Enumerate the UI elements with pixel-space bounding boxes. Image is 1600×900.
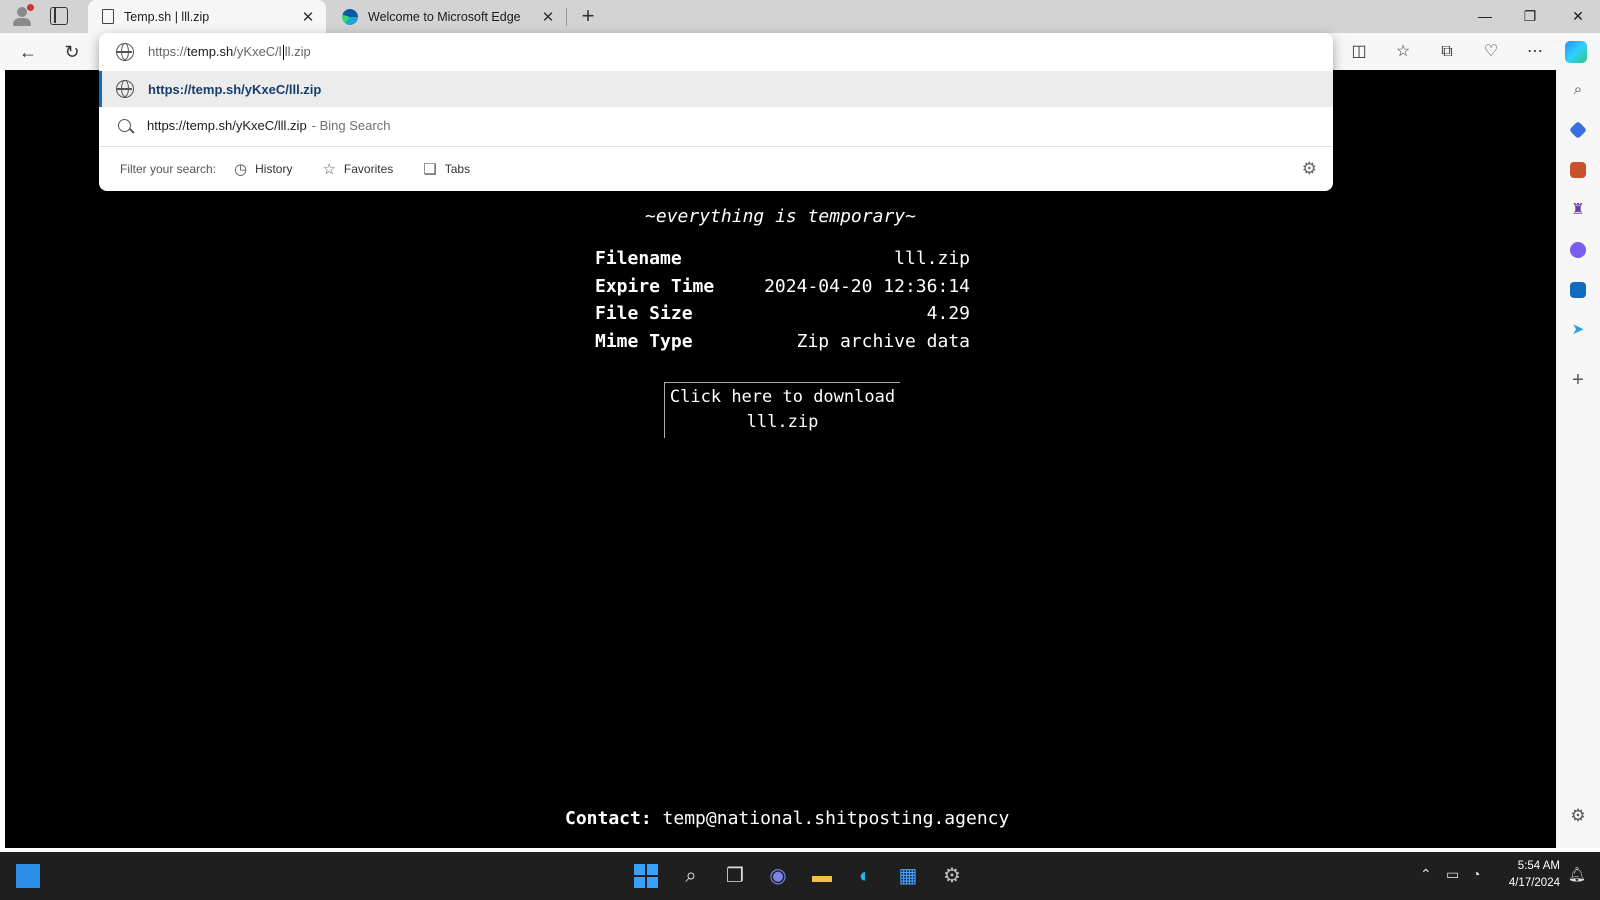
search-icon[interactable]: ⌕	[1568, 80, 1588, 100]
start-windows-icon[interactable]	[634, 864, 662, 892]
address-input[interactable]: https://temp.sh/yKxeC/l ll.zip	[99, 33, 1333, 71]
file-info-value: lll.zip	[894, 248, 970, 270]
file-explorer-icon[interactable]: ▬	[807, 861, 837, 891]
filter-favorites[interactable]: ☆ Favorites	[322, 160, 393, 178]
games-icon[interactable]: ♜	[1568, 200, 1588, 220]
contact-email: temp@national.shitposting.agency	[662, 808, 1010, 829]
contact-label: Contact:	[565, 808, 652, 829]
file-info-key: Expire Time	[595, 275, 715, 297]
tab-strip: Temp.sh | lll.zip ✕ Welcome to Microsoft…	[0, 0, 1600, 33]
notification-bell-icon[interactable]: 🔔︎	[1568, 866, 1586, 883]
tab-close-icon[interactable]: ✕	[536, 5, 560, 29]
page-tagline: ~everything is temporary~	[645, 206, 916, 227]
taskbar-search-icon[interactable]: ⌕	[676, 861, 706, 891]
favorites-star-icon[interactable]: ☆	[1390, 39, 1416, 65]
page-icon	[102, 9, 114, 24]
send-icon[interactable]: ➤	[1568, 320, 1588, 340]
sidebar-settings-icon[interactable]: ⚙	[1568, 806, 1588, 826]
download-filename: lll.zip	[746, 412, 819, 432]
window-close-button[interactable]: ✕	[1563, 4, 1593, 28]
tab-temp-sh[interactable]: Temp.sh | lll.zip ✕	[88, 0, 326, 33]
file-info-row: Mime Type Zip archive data	[595, 328, 970, 356]
display-icon[interactable]: ▭	[1446, 866, 1459, 883]
tab-welcome-edge[interactable]: Welcome to Microsoft Edge ✕	[330, 0, 566, 33]
file-info-key: Filename	[595, 248, 682, 270]
file-info-table: Filename lll.zip Expire Time 2024-04-20 …	[595, 245, 970, 355]
system-clock[interactable]: 5:54 AM 4/17/2024	[1509, 858, 1560, 892]
history-icon: ◷	[234, 161, 248, 178]
download-label: Click here to download	[669, 387, 896, 407]
outlook-icon[interactable]	[1570, 282, 1586, 298]
tools-briefcase-icon[interactable]	[1570, 162, 1586, 178]
browser-essentials-icon[interactable]: ♡	[1478, 39, 1504, 65]
globe-icon	[116, 80, 134, 98]
teams-chat-icon[interactable]: ◉	[763, 861, 793, 891]
suggestion-search-query: https://temp.sh/yKxeC/lll.zip	[147, 117, 307, 133]
download-button[interactable]: Click here to download lll.zip	[664, 382, 900, 438]
clock-time: 5:54 AM	[1517, 860, 1560, 872]
network-icon[interactable]: ◔	[1472, 866, 1480, 882]
suggestion-search[interactable]: https://temp.sh/yKxeC/lll.zip - Bing Sea…	[99, 107, 1333, 143]
file-info-key: Mime Type	[595, 330, 693, 352]
settings-more-icon[interactable]: ⋯	[1522, 39, 1548, 65]
text-caret	[282, 45, 284, 61]
file-info-row: Expire Time 2024-04-20 12:36:14	[595, 273, 970, 301]
suggestion-url[interactable]: https://temp.sh/yKxeC/lll.zip	[99, 71, 1333, 107]
file-info-row: File Size 4.29	[595, 300, 970, 328]
chevron-up-icon[interactable]: ⌃	[1420, 866, 1432, 883]
file-info-value: 4.29	[926, 303, 970, 325]
edge-sidebar: ⌕ ♜ ➤ + ⚙	[1556, 70, 1600, 848]
settings-gear-icon[interactable]: ⚙	[937, 861, 967, 891]
restore-button[interactable]: ❐	[1515, 4, 1545, 28]
tab-title: Temp.sh | lll.zip	[124, 9, 210, 24]
file-info-row: Filename lll.zip	[595, 245, 970, 273]
contact-line: Contact: temp@national.shitposting.agenc…	[565, 808, 1009, 829]
search-filter-row: Filter your search: ◷ History ☆ Favorites …	[99, 146, 1333, 191]
filter-history[interactable]: ◷ History	[234, 160, 292, 178]
shopping-tag-icon[interactable]	[1568, 120, 1588, 140]
file-info-value: 2024-04-20 12:36:14	[764, 275, 970, 297]
back-arrow-icon[interactable]: ←	[14, 38, 42, 66]
copilot-icon[interactable]	[1565, 41, 1587, 63]
address-bar-dropdown: https://temp.sh/yKxeC/l ll.zip https://te…	[99, 33, 1333, 191]
new-tab-button[interactable]: +	[576, 5, 600, 29]
tab-actions-icon[interactable]	[50, 7, 68, 25]
gear-icon[interactable]: ⚙	[1302, 159, 1317, 179]
search-icon	[118, 118, 131, 132]
suggestion-search-engine: - Bing Search	[311, 117, 391, 133]
profile-avatar-icon[interactable]	[10, 4, 34, 28]
filter-label: Filter your search:	[120, 162, 217, 176]
task-view-icon[interactable]: ❐	[720, 861, 750, 891]
refresh-icon[interactable]: ↻	[58, 38, 86, 66]
widgets-icon[interactable]	[16, 864, 40, 888]
tab-close-icon[interactable]: ✕	[296, 5, 320, 29]
clock-date: 4/17/2024	[1508, 877, 1560, 889]
collections-icon[interactable]: ⧉	[1434, 39, 1460, 65]
split-screen-icon[interactable]: ◫	[1346, 39, 1372, 65]
star-icon: ☆	[322, 161, 336, 178]
add-icon[interactable]: +	[1568, 370, 1588, 390]
tab-divider	[566, 8, 567, 26]
tab-title: Welcome to Microsoft Edge	[368, 9, 521, 24]
store-icon[interactable]: ▦	[893, 861, 923, 891]
filter-tabs[interactable]: ❏ Tabs	[423, 160, 470, 178]
suggestion-url-text: https://temp.sh/yKxeC/lll.zip	[148, 81, 322, 97]
edge-icon	[342, 8, 358, 25]
minimize-button[interactable]: —	[1470, 4, 1500, 28]
tabs-icon: ❏	[423, 161, 437, 178]
copilot-apps-icon[interactable]	[1570, 242, 1586, 258]
taskbar: ⌕ ❐ ◉ ▬ ◐ ▦ ⚙ ⌃ ▭ ◔ 5:54 AM 4/17/2024 🔔︎	[0, 852, 1600, 900]
edge-taskbar-icon[interactable]: ◐	[850, 861, 880, 891]
address-text[interactable]: https://temp.sh/yKxeC/l ll.zip	[148, 44, 311, 61]
globe-icon	[116, 43, 134, 61]
file-info-key: File Size	[595, 303, 693, 325]
file-info-value: Zip archive data	[796, 330, 970, 352]
